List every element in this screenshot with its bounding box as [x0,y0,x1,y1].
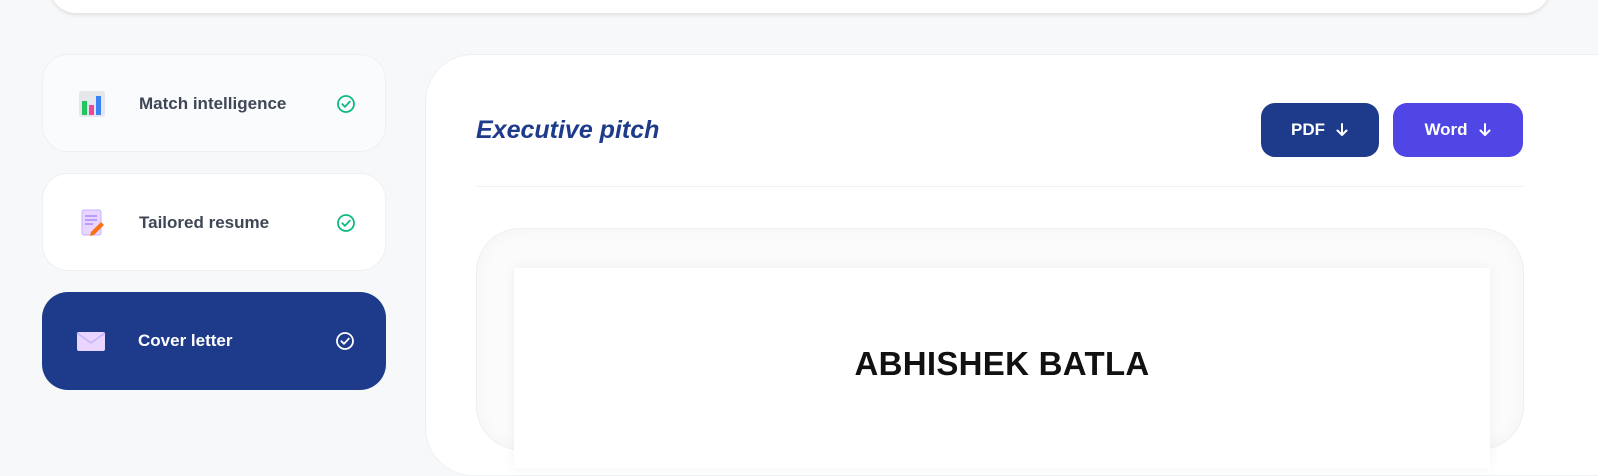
envelope-icon [76,326,106,356]
check-circle-icon [334,330,356,352]
download-pdf-button[interactable]: PDF [1261,103,1379,157]
pdf-button-label: PDF [1291,120,1325,139]
document-candidate-name: ABHISHEK BATLA [854,345,1150,382]
sidebar-item-label: Cover letter [138,331,233,350]
document-edit-icon [77,208,107,238]
sidebar-item-match-intelligence[interactable]: Match intelligence [42,54,386,152]
sidebar-item-tailored-resume[interactable]: Tailored resume [42,173,386,271]
page-title: Executive pitch [476,116,660,144]
header-card [50,0,1550,13]
bar-chart-icon [77,89,107,119]
check-circle-icon [335,93,357,115]
word-button-label: Word [1424,120,1468,139]
download-arrow-icon [1478,123,1492,137]
sidebar-item-label: Match intelligence [139,94,287,113]
sidebar-item-cover-letter[interactable]: Cover letter [42,292,386,390]
download-arrow-icon [1335,123,1349,137]
download-word-button[interactable]: Word [1393,103,1523,157]
sidebar-item-label: Tailored resume [139,213,270,232]
divider [476,186,1524,187]
check-circle-icon [335,212,357,234]
